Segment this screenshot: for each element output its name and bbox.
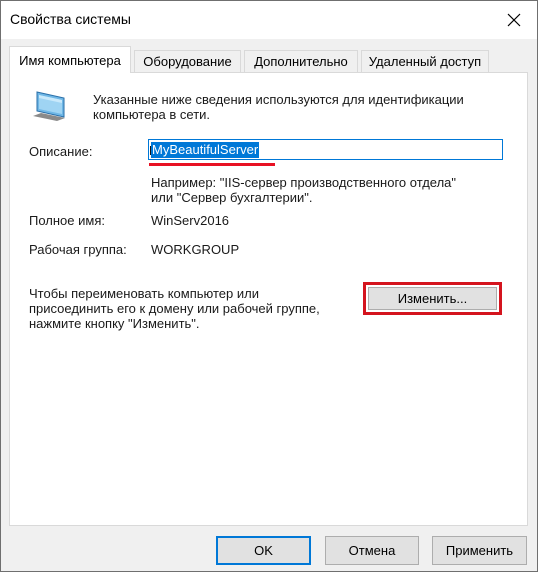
tab-advanced[interactable]: Дополнительно xyxy=(244,50,358,72)
rename-line-2: присоединить его к домену или рабочей гр… xyxy=(29,301,320,316)
window-title: Свойства системы xyxy=(10,11,131,27)
tab-remote[interactable]: Удаленный доступ xyxy=(361,50,489,72)
description-hint-line-2: или "Сервер бухгалтерии". xyxy=(151,190,313,205)
info-line-1: Указанные ниже сведения используются для… xyxy=(93,92,464,107)
apply-button[interactable]: Применить xyxy=(432,536,527,565)
description-hint-line-1: Например: "IIS-сервер производственного … xyxy=(151,175,457,190)
workgroup-value: WORKGROUP xyxy=(151,242,240,257)
tab-label: Оборудование xyxy=(143,54,232,69)
rename-line-1: Чтобы переименовать компьютер или xyxy=(29,286,259,301)
description-selected-text: MyBeautifulServer xyxy=(151,142,260,158)
rename-line-3: нажмите кнопку "Изменить". xyxy=(29,316,200,331)
full-name-value: WinServ2016 xyxy=(151,213,230,228)
tab-hardware[interactable]: Оборудование xyxy=(134,50,241,72)
tab-label: Имя компьютера xyxy=(19,52,121,68)
close-icon xyxy=(507,13,521,27)
description-label: Описание: xyxy=(29,144,93,159)
close-button[interactable] xyxy=(491,1,537,39)
title-bar: Свойства системы xyxy=(1,1,537,39)
change-button[interactable]: Изменить... xyxy=(368,287,497,310)
ok-button[interactable]: OK xyxy=(216,536,311,565)
info-line-2: компьютера в сети. xyxy=(93,107,211,122)
change-button-highlight: Изменить... xyxy=(363,282,502,315)
workgroup-label: Рабочая группа: xyxy=(29,242,127,257)
cancel-button[interactable]: Отмена xyxy=(325,536,419,565)
system-properties-window: Свойства системы Имя компьютера Оборудов… xyxy=(0,0,538,572)
tab-label: Дополнительно xyxy=(254,54,348,69)
tab-label: Удаленный доступ xyxy=(368,54,482,69)
tab-computer-name[interactable]: Имя компьютера xyxy=(9,46,131,73)
full-name-label: Полное имя: xyxy=(29,213,105,228)
red-underline xyxy=(149,163,275,166)
computer-icon xyxy=(33,91,65,121)
